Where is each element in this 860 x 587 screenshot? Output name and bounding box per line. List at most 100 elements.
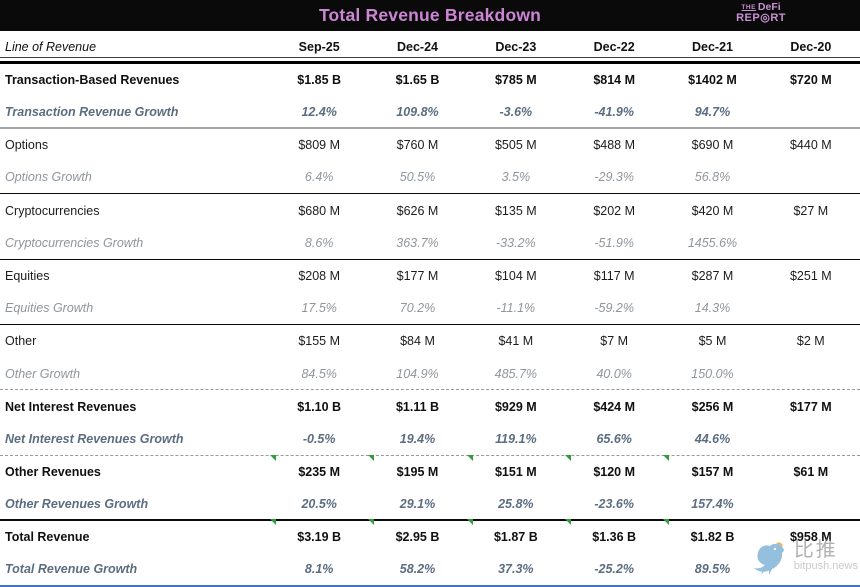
page-title: Total Revenue Breakdown xyxy=(319,5,541,26)
cell-value: $287 M xyxy=(663,269,761,283)
column-header-dec-24: Dec-24 xyxy=(368,40,466,54)
cell-value: $256 M xyxy=(663,400,761,414)
cell-value: 17.5% xyxy=(270,301,368,315)
cell-value: $84 M xyxy=(368,334,466,348)
cell-value: 363.7% xyxy=(368,236,466,250)
row-label: Transaction Revenue Growth xyxy=(0,105,270,119)
cell-value: $1.82 B xyxy=(663,530,761,544)
cell-value: $5 M xyxy=(663,334,761,348)
cell-value: $814 M xyxy=(565,73,663,87)
revenue-breakdown-sheet: Total Revenue Breakdown THEDeFi REP◎RT L… xyxy=(0,0,860,587)
cell-value: $1.87 B xyxy=(467,530,565,544)
cell-value: $1.65 B xyxy=(368,73,466,87)
cell-value: $958 M xyxy=(762,530,860,544)
cell-value: -33.2% xyxy=(467,236,565,250)
cell-value: $505 M xyxy=(467,138,565,152)
cell-value: $117 M xyxy=(565,269,663,283)
cell-value: $235 M xyxy=(270,465,368,479)
cell-value: $27 M xyxy=(762,204,860,218)
cell-value: $104 M xyxy=(467,269,565,283)
cell-value: 3.5% xyxy=(467,170,565,184)
column-header-dec-22: Dec-22 xyxy=(565,40,663,54)
row-label: Cryptocurrencies xyxy=(0,204,270,218)
cell-value: $7 M xyxy=(565,334,663,348)
cell-value: $155 M xyxy=(270,334,368,348)
cell-value: -59.2% xyxy=(565,301,663,315)
cell-value: -29.3% xyxy=(565,170,663,184)
cell-value: 12.4% xyxy=(270,105,368,119)
cell-value: $177 M xyxy=(368,269,466,283)
cell-value: 56.8% xyxy=(663,170,761,184)
cell-value: $1.10 B xyxy=(270,400,368,414)
table-row: Cryptocurrencies$680 M$626 M$135 M$202 M… xyxy=(0,194,860,227)
cell-value: -51.9% xyxy=(565,236,663,250)
row-label: Options Growth xyxy=(0,170,270,184)
cell-value: 58.2% xyxy=(368,562,466,576)
cell-value: 104.9% xyxy=(368,367,466,381)
cell-value: $1.85 B xyxy=(270,73,368,87)
cell-value: -23.6% xyxy=(565,497,663,511)
cell-value: 44.6% xyxy=(663,432,761,446)
table-row: Net Interest Revenues$1.10 B$1.11 B$929 … xyxy=(0,390,860,423)
cell-value: $157 M xyxy=(663,465,761,479)
cell-value: $41 M xyxy=(467,334,565,348)
cell-value: $440 M xyxy=(762,138,860,152)
cell-value: $488 M xyxy=(565,138,663,152)
table-body: Transaction-Based Revenues$1.85 B$1.65 B… xyxy=(0,64,860,587)
row-label: Total Revenue Growth xyxy=(0,562,270,576)
row-label: Net Interest Revenues Growth xyxy=(0,432,270,446)
cell-value: -25.2% xyxy=(565,562,663,576)
cell-value: $1.36 B xyxy=(565,530,663,544)
cell-value: $680 M xyxy=(270,204,368,218)
cell-value: 50.5% xyxy=(368,170,466,184)
cell-value: $1.11 B xyxy=(368,400,466,414)
row-label: Other Growth xyxy=(0,367,270,381)
table-row: Transaction-Based Revenues$1.85 B$1.65 B… xyxy=(0,64,860,97)
table-row: Other Revenues Growth20.5%29.1%25.8%-23.… xyxy=(0,488,860,521)
cell-value: 25.8% xyxy=(467,497,565,511)
cell-value: 40.0% xyxy=(565,367,663,381)
cell-value: 19.4% xyxy=(368,432,466,446)
cell-value: $208 M xyxy=(270,269,368,283)
cell-value: 109.8% xyxy=(368,105,466,119)
cell-value: 8.6% xyxy=(270,236,368,250)
table-row: Total Revenue$3.19 B$2.95 B$1.87 B$1.36 … xyxy=(0,521,860,554)
row-label: Equities xyxy=(0,269,270,283)
table-row: Transaction Revenue Growth12.4%109.8%-3.… xyxy=(0,96,860,129)
cell-value: 485.7% xyxy=(467,367,565,381)
cell-value: $626 M xyxy=(368,204,466,218)
table-row: Net Interest Revenues Growth-0.5%19.4%11… xyxy=(0,423,860,456)
column-header-dec-20: Dec-20 xyxy=(762,40,860,54)
cell-value: $202 M xyxy=(565,204,663,218)
column-header-line-of-revenue: Line of Revenue xyxy=(0,40,270,54)
row-label: Options xyxy=(0,138,270,152)
cell-value: 94.7% xyxy=(663,105,761,119)
cell-value: 14.3% xyxy=(663,301,761,315)
row-label: Other xyxy=(0,334,270,348)
defi-report-logo: THEDeFi REP◎RT xyxy=(736,2,786,25)
cell-value: $177 M xyxy=(762,400,860,414)
logo-the-text: THE xyxy=(741,4,756,11)
cell-value: -41.9% xyxy=(565,105,663,119)
table-row: Other Revenues$235 M$195 M$151 M$120 M$1… xyxy=(0,456,860,489)
table-row: Other Growth84.5%104.9%485.7%40.0%150.0% xyxy=(0,358,860,391)
cell-value: $1402 M xyxy=(663,73,761,87)
cell-value: $135 M xyxy=(467,204,565,218)
cell-value: 65.6% xyxy=(565,432,663,446)
table-row: Other$155 M$84 M$41 M$7 M$5 M$2 M xyxy=(0,325,860,358)
cell-value: 37.3% xyxy=(467,562,565,576)
table-row: Cryptocurrencies Growth8.6%363.7%-33.2%-… xyxy=(0,227,860,260)
cell-value: $195 M xyxy=(368,465,466,479)
logo-report-text: REP◎RT xyxy=(736,13,786,25)
cell-value: 1455.6% xyxy=(663,236,761,250)
table-row: Options$809 M$760 M$505 M$488 M$690 M$44… xyxy=(0,129,860,162)
cell-value: $3.19 B xyxy=(270,530,368,544)
row-label: Other Revenues Growth xyxy=(0,497,270,511)
table-row: Total Revenue Growth8.1%58.2%37.3%-25.2%… xyxy=(0,554,860,587)
cell-value: -3.6% xyxy=(467,105,565,119)
cell-value: $809 M xyxy=(270,138,368,152)
cell-value: 8.1% xyxy=(270,562,368,576)
table-row: Options Growth6.4%50.5%3.5%-29.3%56.8% xyxy=(0,162,860,195)
cell-value: 84.5% xyxy=(270,367,368,381)
row-label: Transaction-Based Revenues xyxy=(0,73,270,87)
